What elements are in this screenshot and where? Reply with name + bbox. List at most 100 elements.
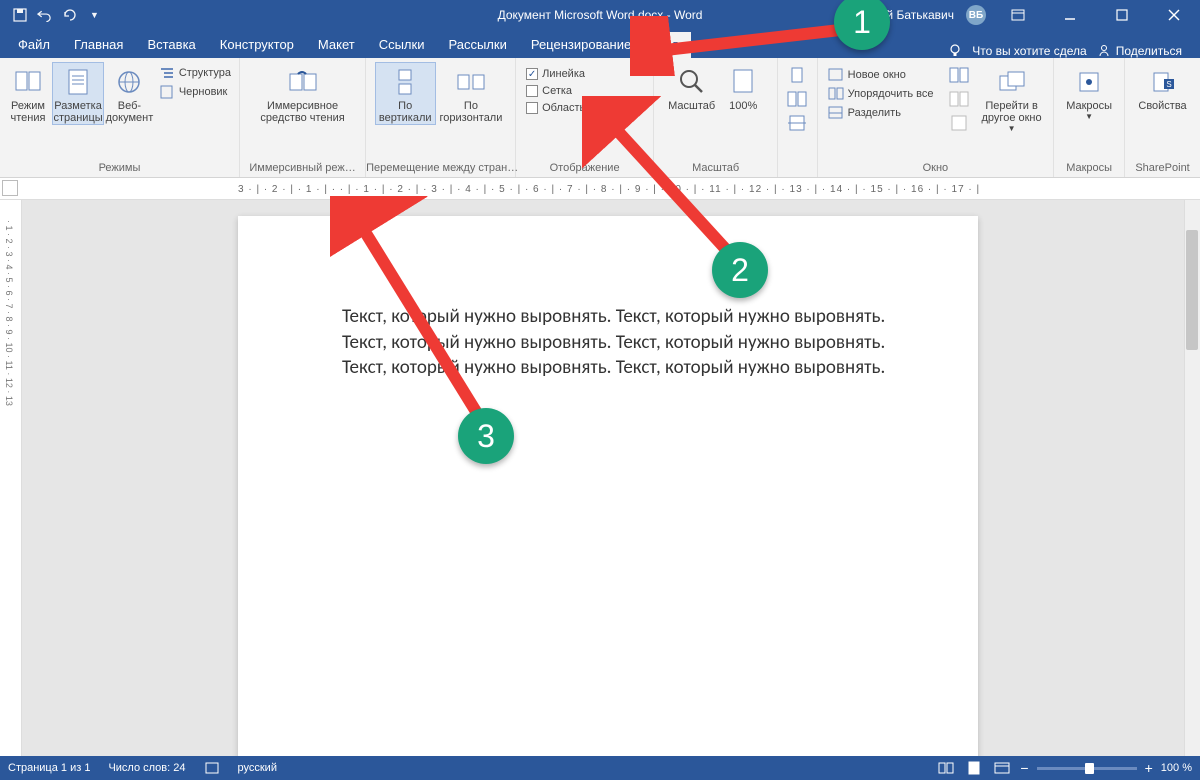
group-pages — [778, 58, 817, 177]
vertical-ruler[interactable]: · 1 · 2 · 3 · 4 · 5 · 6 · 7 · 8 · 9 · 10… — [0, 200, 22, 756]
zoom-100-button[interactable]: 100% — [719, 62, 767, 112]
tell-me-icon[interactable] — [948, 44, 962, 58]
redo-icon[interactable] — [62, 8, 77, 23]
arrange-all-button[interactable]: Упорядочить все — [824, 85, 938, 103]
split-icon — [828, 106, 844, 120]
group-zoom: Масштаб 100% Масштаб — [654, 58, 778, 177]
tab-references[interactable]: Ссылки — [367, 32, 437, 58]
print-layout-view-icon[interactable] — [964, 759, 984, 777]
view-side-icon[interactable] — [948, 66, 970, 84]
horizontal-page-button[interactable]: По горизонтали — [436, 62, 507, 124]
group-show: ✓Линейка Сетка Область навига… Отображен… — [516, 58, 654, 177]
zoom-value[interactable]: 100 % — [1161, 762, 1192, 774]
zoom-knob[interactable] — [1085, 763, 1094, 774]
multi-page-icon[interactable] — [786, 90, 808, 108]
reader-icon — [287, 66, 319, 98]
magnifier-icon — [676, 66, 708, 98]
tab-insert[interactable]: Вставка — [135, 32, 207, 58]
minimize-icon[interactable] — [1050, 0, 1090, 30]
zoom-slider[interactable] — [1037, 767, 1137, 770]
print-layout-button[interactable]: Разметка страницы — [52, 62, 104, 125]
page[interactable]: Текст, который нужно выровнять. Текст, к… — [238, 216, 978, 756]
maximize-icon[interactable] — [1102, 0, 1142, 30]
close-icon[interactable] — [1154, 0, 1194, 30]
tab-layout[interactable]: Макет — [306, 32, 367, 58]
outline-button[interactable]: Структура — [155, 64, 235, 82]
undo-icon[interactable] — [37, 8, 52, 23]
user-name-partial: й Батькавич — [886, 8, 954, 22]
new-window-icon — [828, 68, 844, 82]
tab-hidden[interactable]: вка — [691, 32, 735, 58]
page-width-icon[interactable] — [786, 114, 808, 132]
sync-scroll-icon[interactable] — [948, 90, 970, 108]
scroll-thumb[interactable] — [1186, 230, 1198, 350]
zoom-out-button[interactable]: − — [1020, 760, 1028, 776]
tab-file[interactable]: Файл — [6, 32, 62, 58]
macros-icon — [1073, 66, 1105, 98]
spellcheck-icon[interactable] — [204, 761, 220, 775]
globe-icon — [113, 66, 145, 98]
tab-mailings[interactable]: Рассылки — [436, 32, 518, 58]
title-right: й Батькавич ВБ — [886, 0, 1194, 30]
vertical-page-button[interactable]: По вертикали — [375, 62, 436, 125]
group-page-movement: По вертикали По горизонтали Перемещение … — [366, 58, 516, 177]
document-text[interactable]: Текст, который нужно выровнять. Текст, к… — [238, 216, 978, 381]
zoom-in-button[interactable]: + — [1145, 760, 1153, 776]
switch-window-button[interactable]: Перейти в другое окно ▼ — [978, 62, 1046, 133]
word-count[interactable]: Число слов: 24 — [108, 762, 185, 774]
draft-button[interactable]: Черновик — [155, 83, 235, 101]
document-area: · 1 · 2 · 3 · 4 · 5 · 6 · 7 · 8 · 9 · 10… — [0, 200, 1200, 756]
draft-icon — [159, 85, 175, 99]
qat-dropdown-icon[interactable]: ▼ — [87, 8, 102, 23]
grid-checkbox[interactable]: Сетка — [522, 83, 637, 99]
ribbon: Режим чтения Разметка страницы Веб- доку… — [0, 58, 1200, 178]
vertical-scroll-icon — [389, 66, 421, 98]
one-page-icon[interactable] — [786, 66, 808, 84]
checkbox-icon — [526, 85, 538, 97]
chevron-down-icon: ▼ — [1085, 112, 1093, 121]
properties-button[interactable]: S Свойства — [1134, 62, 1190, 112]
macros-button[interactable]: Макросы ▼ — [1062, 62, 1116, 121]
tab-home[interactable]: Главная — [62, 32, 135, 58]
svg-text:S: S — [1166, 80, 1171, 89]
checkbox-checked-icon: ✓ — [526, 68, 538, 80]
annotation-badge-3: 3 — [458, 408, 514, 464]
horizontal-scroll-icon — [455, 66, 487, 98]
arrange-icon — [828, 87, 844, 101]
group-sharepoint: S Свойства SharePoint — [1125, 58, 1200, 177]
ribbon-display-icon[interactable] — [998, 0, 1038, 30]
group-macros: Макросы ▼ Макросы — [1054, 58, 1125, 177]
tab-review[interactable]: Рецензирование — [519, 32, 643, 58]
new-window-button[interactable]: Новое окно — [824, 66, 938, 84]
web-layout-view-icon[interactable] — [992, 759, 1012, 777]
reading-mode-button[interactable]: Режим чтения — [4, 62, 52, 124]
reset-window-icon[interactable] — [948, 114, 970, 132]
zoom-button[interactable]: Масштаб — [664, 62, 719, 112]
immersive-reader-button[interactable]: Иммерсивное средство чтения — [256, 62, 348, 124]
user-avatar[interactable]: ВБ — [966, 5, 986, 25]
web-layout-button[interactable]: Веб- документ — [104, 62, 155, 124]
ruler-checkbox[interactable]: ✓Линейка — [522, 66, 637, 82]
tell-me-text[interactable]: Что вы хотите сдела — [972, 44, 1087, 58]
tab-view[interactable]: Вид — [643, 32, 691, 58]
tab-design[interactable]: Конструктор — [208, 32, 306, 58]
document-name: Документ Microsoft Word.docx — [498, 8, 664, 22]
annotation-badge-2: 2 — [712, 242, 768, 298]
page-indicator[interactable]: Страница 1 из 1 — [8, 762, 90, 774]
horizontal-ruler[interactable]: 3 · | · 2 · | · 1 · | · · | · 1 · | · 2 … — [0, 178, 1200, 200]
switch-window-icon — [996, 66, 1028, 98]
tab-selector[interactable] — [2, 180, 18, 196]
read-mode-icon[interactable] — [936, 759, 956, 777]
chevron-down-icon: ▼ — [1008, 124, 1016, 133]
sharepoint-icon: S — [1147, 66, 1179, 98]
navigation-checkbox[interactable]: Область навига… — [522, 100, 637, 116]
save-icon[interactable] — [12, 8, 27, 23]
outline-icon — [159, 66, 175, 80]
language-indicator[interactable]: русский — [238, 762, 277, 774]
share-button[interactable]: Поделиться — [1097, 44, 1182, 58]
vertical-scrollbar[interactable] — [1184, 200, 1200, 756]
split-button[interactable]: Разделить — [824, 104, 938, 122]
ribbon-tabs: Файл Главная Вставка Конструктор Макет С… — [0, 30, 1200, 58]
app-name: Word — [674, 8, 702, 22]
book-icon — [12, 66, 44, 98]
